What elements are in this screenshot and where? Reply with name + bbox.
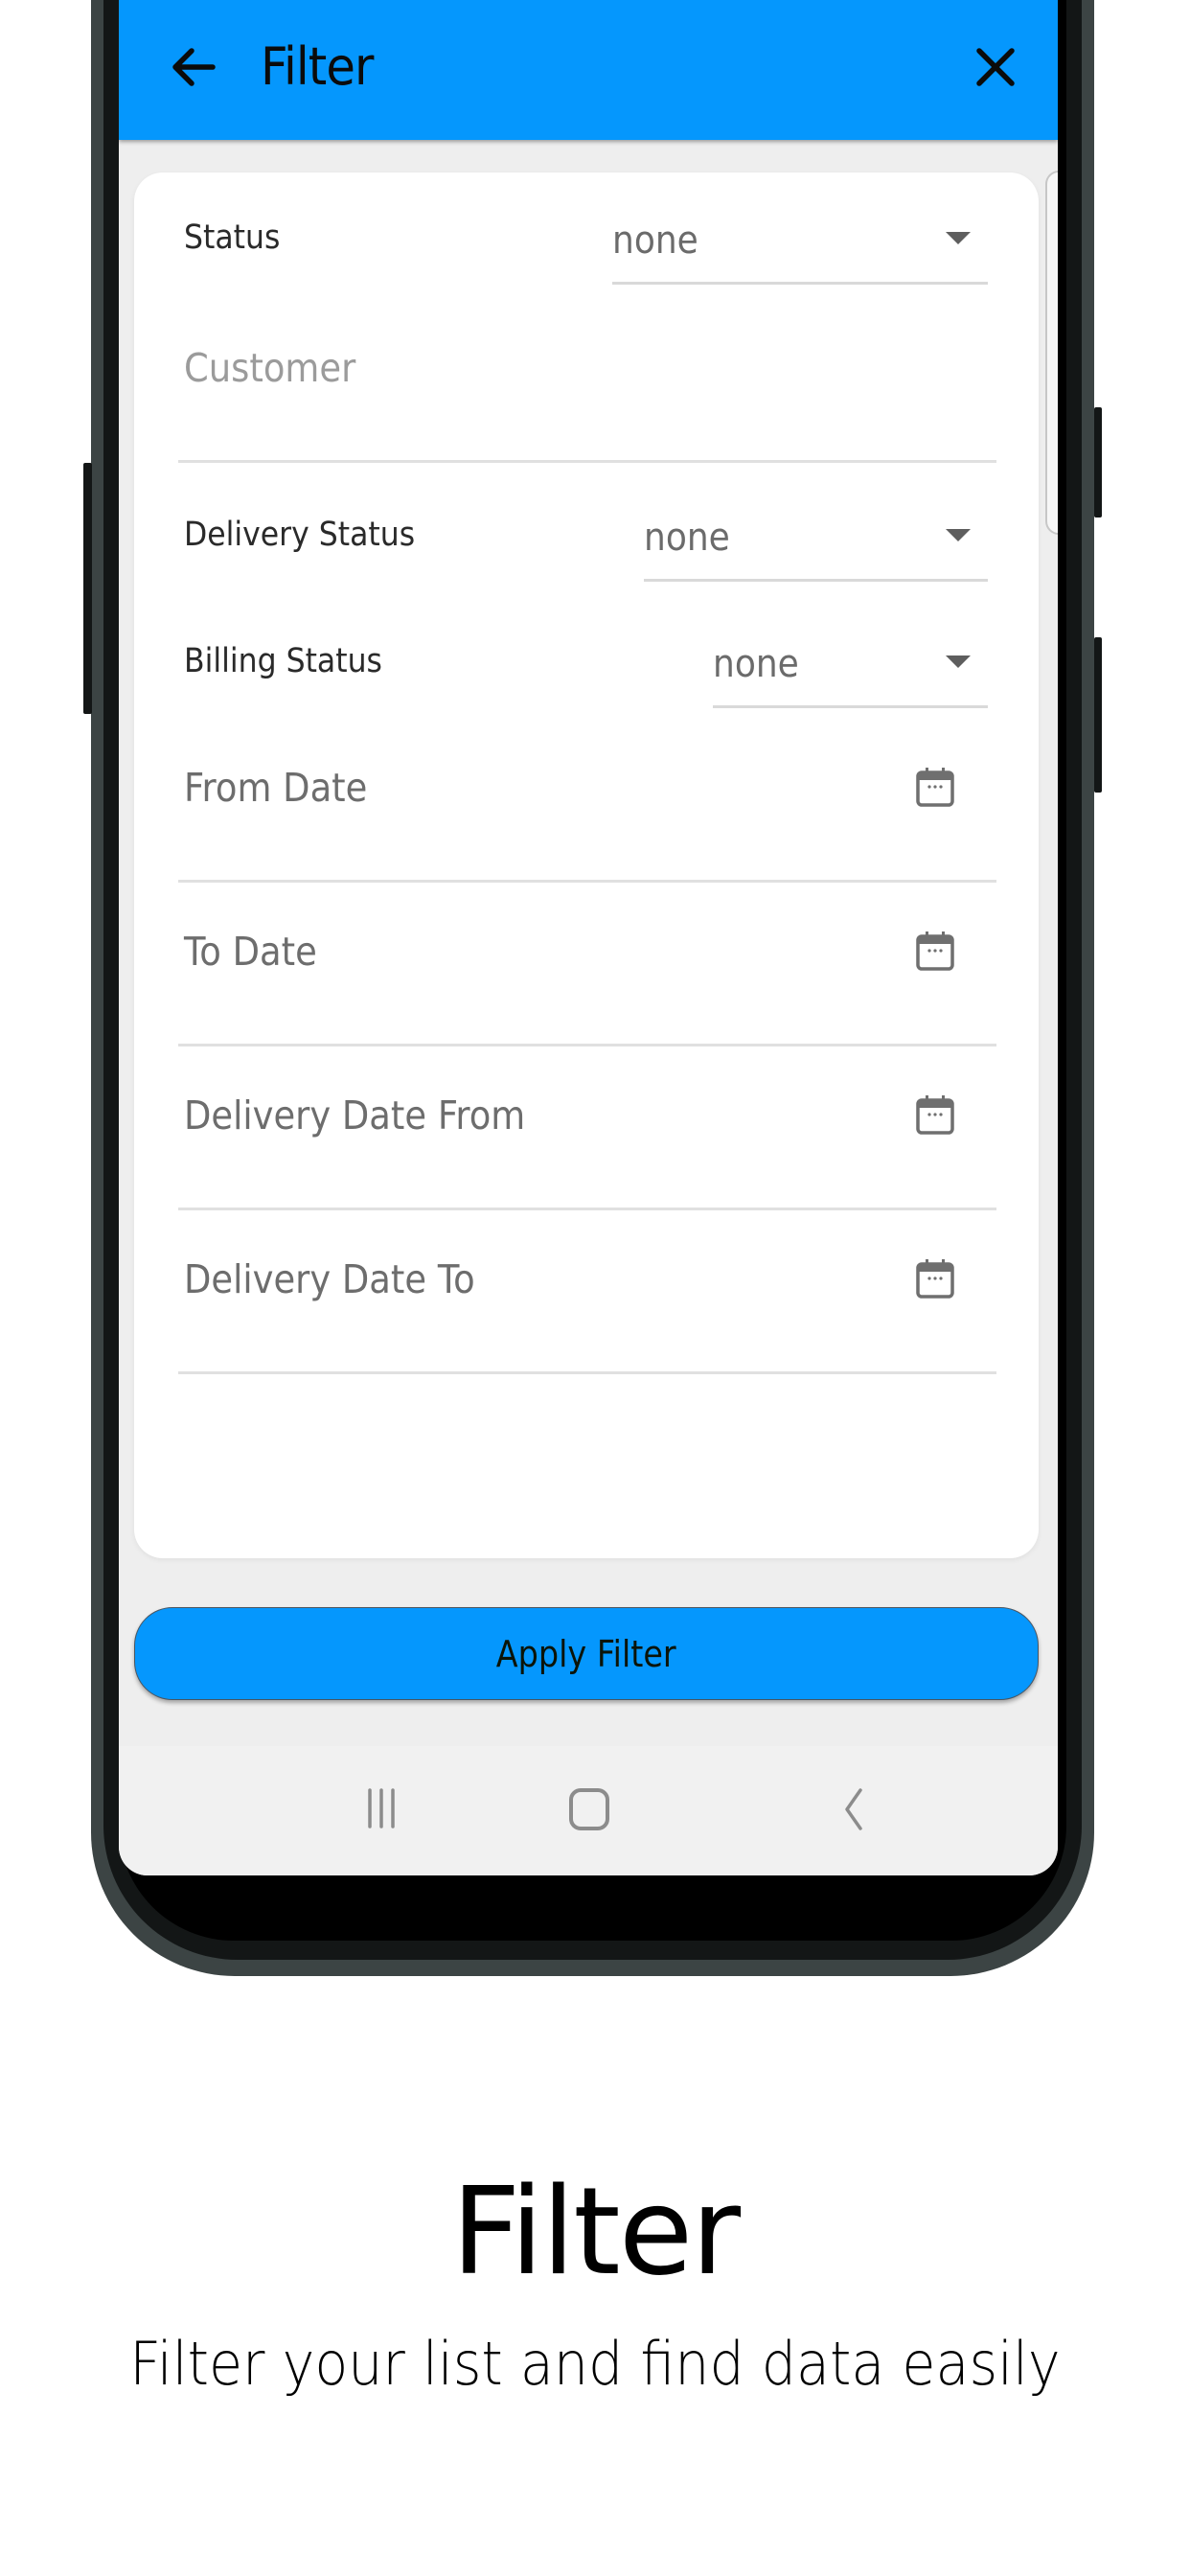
delivery-status-row: Delivery Status none	[134, 516, 1039, 611]
chevron-down-icon	[946, 656, 971, 668]
calendar-icon[interactable]	[916, 931, 954, 971]
delivery-status-dropdown[interactable]: none	[644, 512, 988, 582]
chevron-down-icon	[946, 529, 971, 541]
home-button[interactable]	[531, 1746, 646, 1875]
phone-side-button	[83, 463, 92, 714]
back-button[interactable]	[165, 38, 222, 96]
back-icon	[845, 1788, 862, 1830]
chevron-down-icon	[946, 232, 971, 244]
status-label: Status	[184, 218, 281, 257]
system-nav-bar	[119, 1746, 1058, 1875]
status-value: none	[612, 218, 698, 263]
billing-status-label: Billing Status	[184, 642, 382, 680]
customer-input[interactable]: Customer	[178, 297, 996, 463]
app-screen: Filter Status none Customer Delivery Sta…	[119, 0, 1058, 1875]
calendar-icon[interactable]	[916, 767, 954, 807]
promo-subline: Filter your list and find data easily	[0, 2329, 1190, 2399]
next-card-peek	[1045, 171, 1058, 535]
billing-status-value: none	[713, 642, 799, 686]
to-date-placeholder: To Date	[184, 929, 317, 975]
home-icon	[569, 1788, 609, 1830]
apply-filter-button[interactable]: Apply Filter	[134, 1607, 1039, 1700]
to-date-input[interactable]: To Date	[178, 881, 996, 1046]
calendar-icon[interactable]	[916, 1094, 954, 1135]
customer-placeholder: Customer	[184, 345, 356, 391]
status-dropdown[interactable]: none	[612, 215, 988, 285]
recents-button[interactable]	[324, 1746, 439, 1875]
close-icon	[976, 48, 1015, 86]
close-button[interactable]	[967, 38, 1024, 96]
apply-filter-label: Apply Filter	[496, 1632, 676, 1675]
from-date-input[interactable]: From Date	[178, 717, 996, 883]
app-bar: Filter	[119, 0, 1058, 140]
delivery-date-to-input[interactable]: Delivery Date To	[178, 1208, 996, 1374]
promo-headline: Filter	[450, 2161, 741, 2302]
from-date-placeholder: From Date	[184, 765, 368, 811]
delivery-status-label: Delivery Status	[184, 516, 416, 554]
arrow-left-icon	[172, 48, 216, 86]
page-title: Filter	[261, 36, 374, 97]
calendar-icon[interactable]	[916, 1258, 954, 1299]
phone-power-button	[1094, 637, 1102, 793]
recents-icon	[368, 1788, 395, 1828]
delivery-date-from-placeholder: Delivery Date From	[184, 1092, 526, 1138]
delivery-status-value: none	[644, 516, 730, 560]
delivery-date-to-placeholder: Delivery Date To	[184, 1256, 475, 1302]
phone-volume-button	[1094, 407, 1102, 518]
billing-status-dropdown[interactable]: none	[713, 638, 988, 708]
filter-card: Status none Customer Delivery Status non…	[134, 172, 1039, 1558]
promo-subline-text: Filter your list and find data easily	[129, 2329, 1061, 2399]
delivery-date-from-input[interactable]: Delivery Date From	[178, 1045, 996, 1210]
system-back-button[interactable]	[795, 1746, 910, 1875]
